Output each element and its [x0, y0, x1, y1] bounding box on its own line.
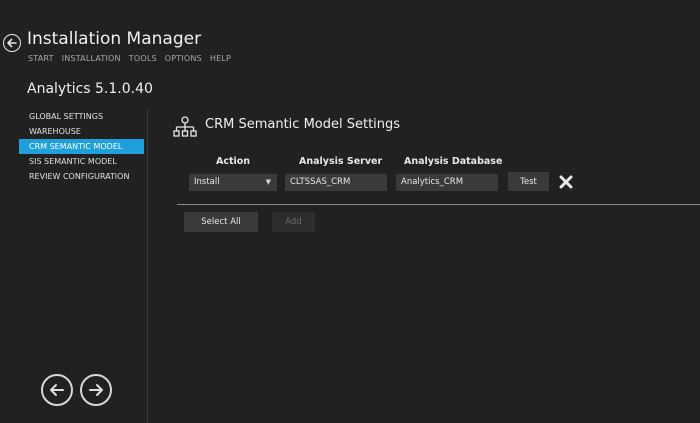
menu-help[interactable]: HELP: [210, 54, 231, 63]
next-button[interactable]: [80, 374, 112, 406]
app-title: Installation Manager: [27, 29, 202, 49]
column-header-action: Action: [216, 156, 251, 167]
menu-installation[interactable]: INSTALLATION: [62, 54, 121, 63]
previous-button[interactable]: [41, 374, 73, 406]
arrow-left-icon: [50, 384, 64, 396]
divider: [177, 204, 700, 205]
sidebar: GLOBAL SETTINGS WAREHOUSE CRM SEMANTIC M…: [19, 109, 144, 184]
menu-options[interactable]: OPTIONS: [165, 54, 202, 63]
sidebar-divider: [147, 109, 148, 423]
select-all-button[interactable]: Select All: [184, 212, 258, 232]
sidebar-item-crm-semantic-model[interactable]: CRM SEMANTIC MODEL: [19, 139, 144, 154]
top-menu: START INSTALLATION TOOLS OPTIONS HELP: [28, 54, 239, 63]
sidebar-item-warehouse[interactable]: WAREHOUSE: [19, 124, 144, 139]
analysis-database-input[interactable]: Analytics_CRM: [396, 174, 498, 191]
menu-start[interactable]: START: [28, 54, 54, 63]
section-title: CRM Semantic Model Settings: [205, 117, 401, 132]
close-icon[interactable]: [559, 175, 573, 189]
hierarchy-icon: [173, 116, 197, 137]
analysis-server-input[interactable]: CLTSSAS_CRM: [285, 174, 387, 191]
action-select[interactable]: Install ▼: [189, 174, 277, 191]
sidebar-item-sis-semantic-model[interactable]: SIS SEMANTIC MODEL: [19, 154, 144, 169]
product-version: Analytics 5.1.0.40: [27, 81, 153, 97]
test-button[interactable]: Test: [508, 172, 549, 191]
chevron-down-icon: ▼: [265, 178, 271, 186]
column-header-analysis-database: Analysis Database: [404, 156, 503, 167]
sidebar-item-review-configuration[interactable]: REVIEW CONFIGURATION: [19, 169, 144, 184]
sidebar-item-global-settings[interactable]: GLOBAL SETTINGS: [19, 109, 144, 124]
back-button[interactable]: [3, 34, 21, 52]
menu-tools[interactable]: TOOLS: [129, 54, 157, 63]
column-header-analysis-server: Analysis Server: [299, 156, 383, 167]
arrow-right-icon: [89, 384, 103, 396]
action-select-value: Install: [194, 177, 220, 187]
arrow-left-icon: [7, 38, 17, 48]
add-button[interactable]: Add: [272, 212, 315, 232]
